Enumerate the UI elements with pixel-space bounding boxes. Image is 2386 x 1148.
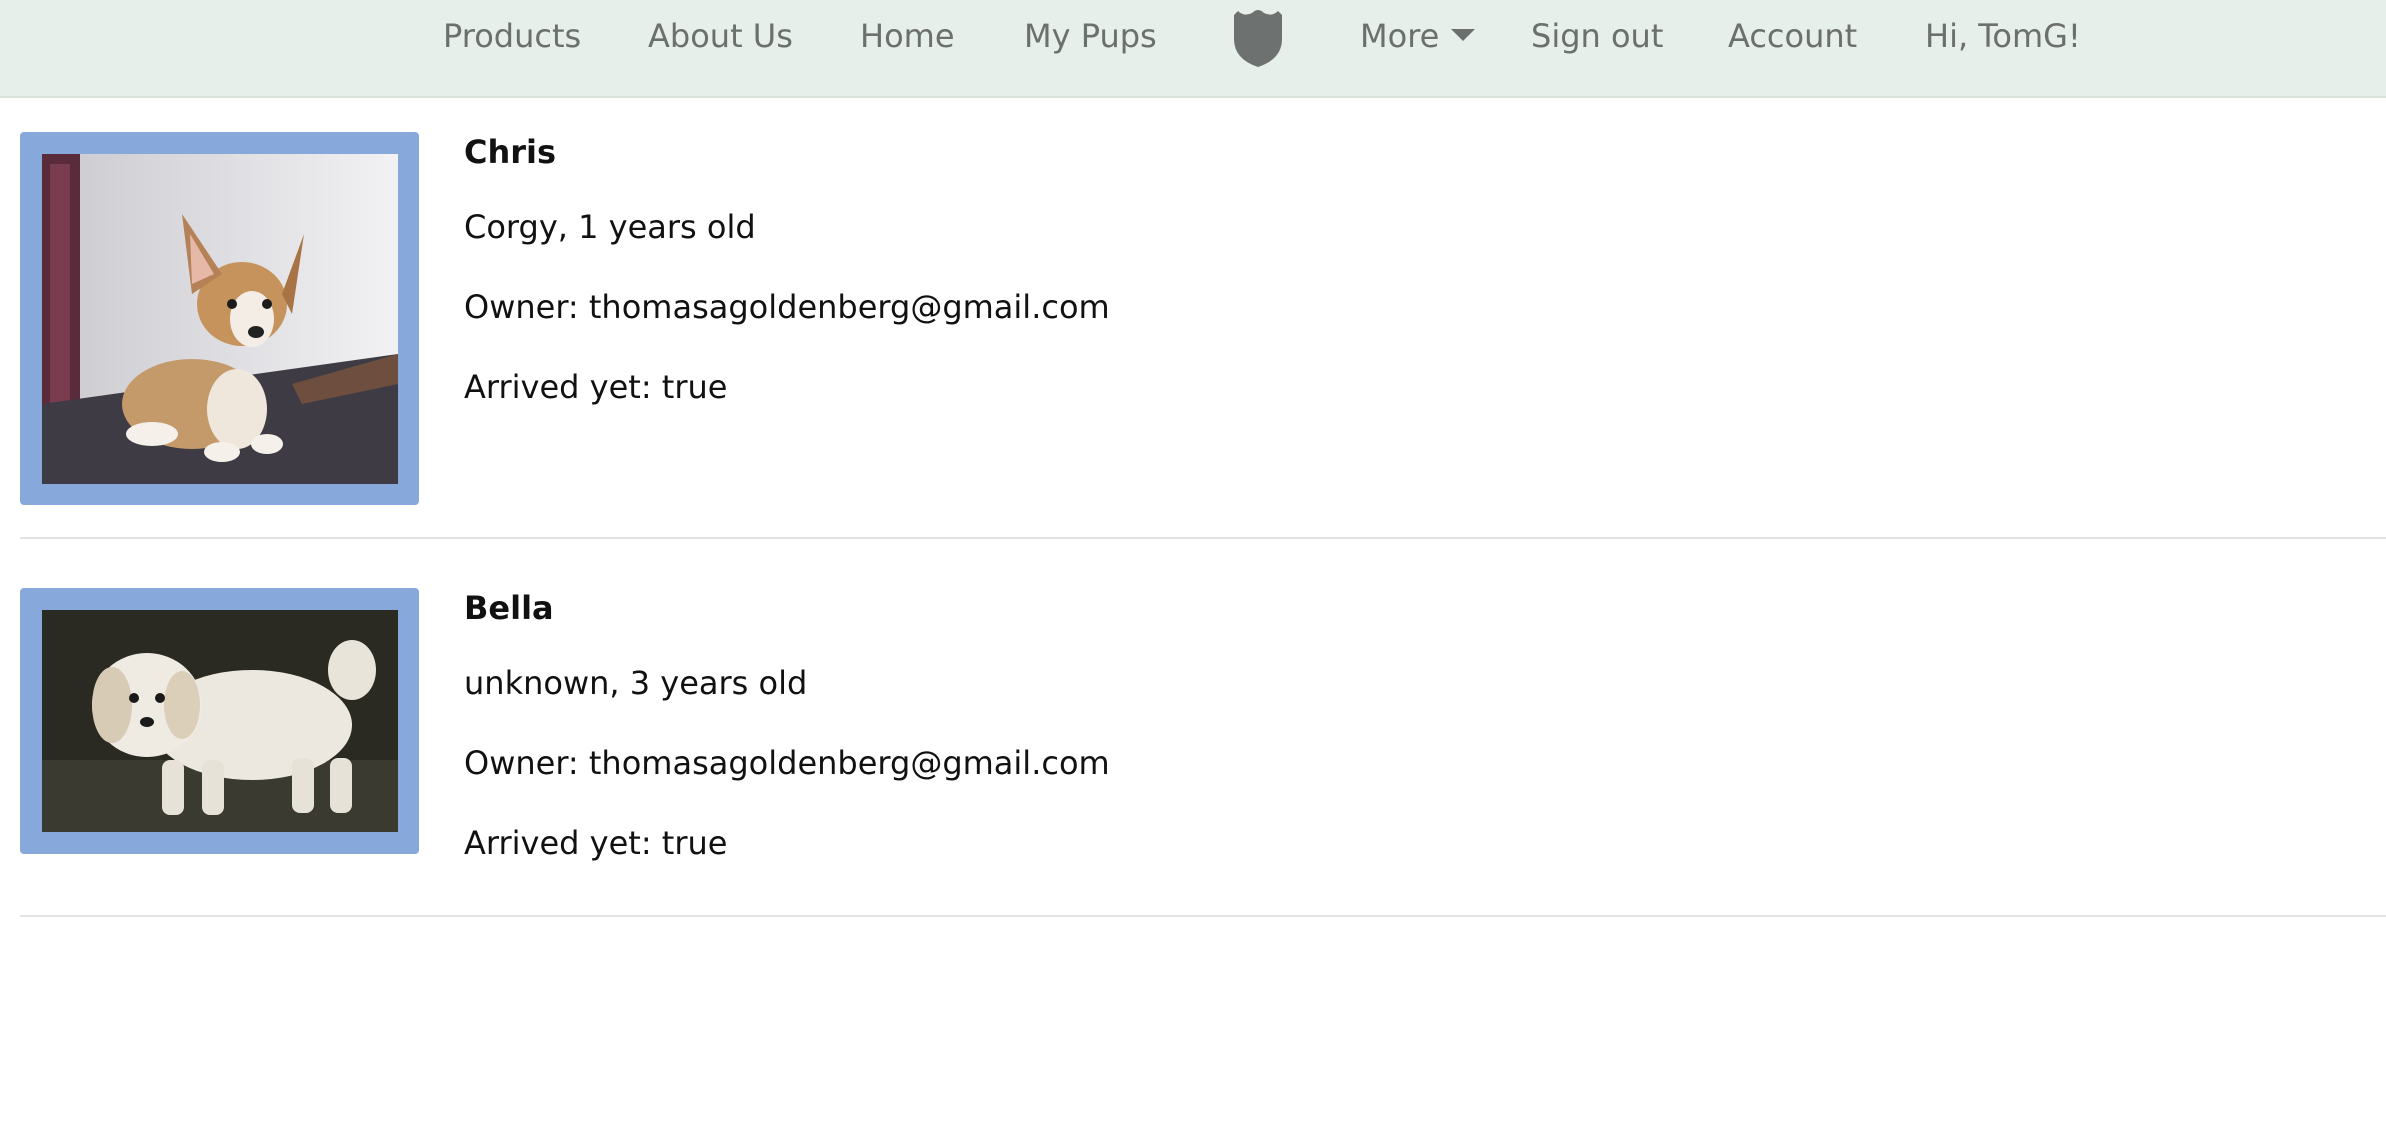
shield-icon[interactable] [1228,7,1288,69]
pup-photo [42,154,398,484]
pup-arrived: Arrived yet: true [464,368,728,406]
pup-name: Bella [464,589,554,627]
nav-more-dropdown[interactable]: More [1360,14,1476,58]
nav-more-label: More [1360,17,1440,55]
pup-name: Chris [464,133,557,171]
nav-account-link[interactable]: Account [1728,14,1857,58]
pup-photo-frame [20,132,419,505]
pup-card: Bella unknown, 3 years old Owner: thomas… [20,587,2386,917]
nav-my-pups-link[interactable]: My Pups [1024,14,1157,58]
nav-sign-out-link[interactable]: Sign out [1531,14,1663,58]
nav-products-link[interactable]: Products [443,14,581,58]
pup-breed-age: unknown, 3 years old [464,664,808,702]
nav-home-link[interactable]: Home [860,14,955,58]
pup-photo [42,610,398,832]
pup-owner: Owner: thomasagoldenberg@gmail.com [464,744,1110,782]
pup-breed-age: Corgy, 1 years old [464,208,756,246]
pup-arrived: Arrived yet: true [464,824,728,862]
top-navbar: Products About Us Home My Pups More Sign… [0,0,2386,98]
caret-down-icon [1451,29,1476,41]
pup-card: Chris Corgy, 1 years old Owner: thomasag… [20,131,2386,539]
nav-greeting[interactable]: Hi, TomG! [1925,14,2081,58]
pup-photo-frame [20,588,419,854]
pup-owner: Owner: thomasagoldenberg@gmail.com [464,288,1110,326]
nav-about-us-link[interactable]: About Us [648,14,793,58]
